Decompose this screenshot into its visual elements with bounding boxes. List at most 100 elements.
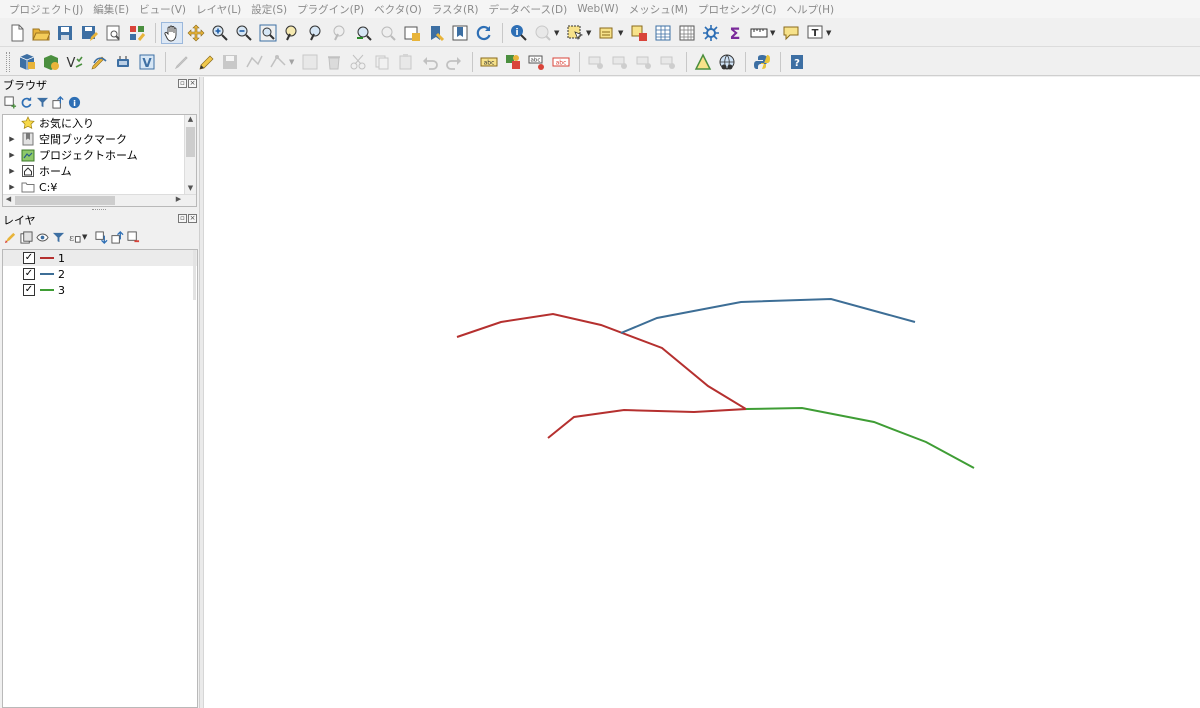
layer-diagram-icon[interactable] <box>502 51 524 73</box>
new-project-icon[interactable] <box>6 22 28 44</box>
georeferencer-triangle-icon[interactable] <box>692 51 714 73</box>
toggle-editing-pencil-icon[interactable] <box>195 51 217 73</box>
pan-hand-icon[interactable] <box>161 21 183 44</box>
filter-icon[interactable] <box>36 96 49 109</box>
save-as-icon[interactable] <box>78 22 100 44</box>
move-label-icon[interactable] <box>585 51 607 73</box>
add-vector-layer-icon[interactable]: V <box>64 51 86 73</box>
tree-item-project-home[interactable]: ▶ プロジェクトホーム <box>3 147 196 163</box>
online-services-globe-icon[interactable] <box>716 51 738 73</box>
zoom-out-icon[interactable] <box>233 22 255 44</box>
tree-item-home[interactable]: ▶ ホーム <box>3 163 196 179</box>
map-tips-icon[interactable] <box>780 22 802 44</box>
chevron-down-icon[interactable]: ▼ <box>826 29 833 37</box>
close-panel-icon[interactable]: × <box>188 214 197 223</box>
tree-item-spatial-bookmarks[interactable]: ▶ 空間ブックマーク <box>3 131 196 147</box>
scroll-right-icon[interactable]: ▶ <box>173 195 184 206</box>
float-panel-icon[interactable]: ▫ <box>178 79 187 88</box>
expand-arrow-icon[interactable]: ▶ <box>7 135 17 143</box>
print-layout-icon[interactable] <box>102 22 124 44</box>
zoom-to-selection-icon[interactable] <box>281 22 303 44</box>
menu-raster[interactable]: ラスタ(R) <box>427 2 484 17</box>
expand-arrow-icon[interactable]: ▶ <box>7 183 17 191</box>
pin-labels-icon[interactable]: abc <box>526 51 548 73</box>
identify-features-icon[interactable]: i <box>508 22 530 44</box>
scrollbar-thumb[interactable] <box>15 196 115 205</box>
copy-features-icon[interactable] <box>371 51 393 73</box>
select-by-value-icon[interactable] <box>596 22 618 44</box>
digitize-icon[interactable] <box>88 51 110 73</box>
new-bookmark-icon[interactable] <box>425 22 447 44</box>
processing-toolbox-icon[interactable] <box>700 22 722 44</box>
label-toolbar-abc-icon[interactable]: abc <box>478 51 500 73</box>
attribute-table-icon[interactable] <box>652 22 674 44</box>
actions-icon[interactable] <box>532 22 554 44</box>
show-bookmarks-icon[interactable] <box>449 22 471 44</box>
delete-selected-icon[interactable] <box>323 51 345 73</box>
new-layer-icon[interactable] <box>40 51 62 73</box>
layer-visibility-checkbox[interactable]: ✓ <box>23 252 35 264</box>
text-annotation-icon[interactable]: T <box>804 22 826 44</box>
float-panel-icon[interactable]: ▫ <box>178 214 187 223</box>
statistics-sigma-icon[interactable]: Σ <box>724 22 746 44</box>
menu-project[interactable]: プロジェクト(J) <box>4 2 88 17</box>
zoom-full-icon[interactable] <box>257 22 279 44</box>
menu-settings[interactable]: 設定(S) <box>246 2 292 17</box>
chevron-down-icon[interactable]: ▼ <box>618 29 625 37</box>
menu-layer[interactable]: レイヤ(L) <box>191 2 246 17</box>
menu-vector[interactable]: ベクタ(O) <box>369 2 427 17</box>
zoom-to-layer-icon[interactable] <box>305 22 327 44</box>
add-selected-layers-icon[interactable] <box>4 95 17 109</box>
collapse-all-icon[interactable] <box>111 230 124 244</box>
new-map-view-icon[interactable] <box>401 22 423 44</box>
layer-row-2[interactable]: ✓ 2 <box>3 266 197 282</box>
tree-item-favorites[interactable]: お気に入り <box>3 115 196 131</box>
chevron-down-icon[interactable]: ▼ <box>586 29 593 37</box>
chevron-down-icon[interactable]: ▼ <box>289 58 296 66</box>
style-manager-icon[interactable] <box>126 22 148 44</box>
scroll-up-icon[interactable]: ▲ <box>185 115 196 126</box>
expand-arrow-icon[interactable]: ▶ <box>7 151 17 159</box>
zoom-in-icon[interactable] <box>209 22 231 44</box>
menu-processing[interactable]: プロセシング(C) <box>693 2 782 17</box>
current-edits-icon[interactable] <box>171 51 193 73</box>
modify-attributes-icon[interactable] <box>299 51 321 73</box>
chevron-down-icon[interactable]: ▼ <box>82 233 89 241</box>
scrollbar-thumb[interactable] <box>186 127 195 157</box>
remove-layer-icon[interactable] <box>127 230 140 244</box>
map-line-layer-1[interactable] <box>456 312 750 439</box>
menu-database[interactable]: データベース(D) <box>483 2 572 17</box>
python-console-icon[interactable] <box>751 51 773 73</box>
select-features-icon[interactable] <box>564 22 586 44</box>
menu-edit[interactable]: 編集(E) <box>88 2 134 17</box>
map-canvas[interactable] <box>203 77 1200 708</box>
cut-features-icon[interactable] <box>347 51 369 73</box>
undo-icon[interactable] <box>419 51 441 73</box>
save-edits-icon[interactable] <box>219 51 241 73</box>
show-hide-labels-icon[interactable]: abc <box>550 51 572 73</box>
change-label-icon[interactable] <box>633 51 655 73</box>
menu-view[interactable]: ビュー(V) <box>134 2 191 17</box>
chevron-down-icon[interactable]: ▼ <box>554 29 561 37</box>
open-layer-styling-icon[interactable] <box>4 231 17 244</box>
close-panel-icon[interactable]: × <box>188 79 197 88</box>
layer-row-3[interactable]: ✓ 3 <box>3 282 197 298</box>
expand-arrow-icon[interactable]: ▶ <box>7 167 17 175</box>
zoom-next-icon[interactable] <box>377 22 399 44</box>
layer-tree-scrollbar[interactable] <box>193 250 196 300</box>
pan-to-selection-icon[interactable] <box>185 22 207 44</box>
refresh-icon[interactable] <box>473 22 495 44</box>
add-layer-v-icon[interactable]: V <box>136 51 158 73</box>
manage-map-themes-eye-icon[interactable] <box>36 231 49 244</box>
map-line-layer-3[interactable] <box>745 406 975 469</box>
filter-by-expression-icon[interactable]: ε <box>68 231 81 244</box>
menu-help[interactable]: ヘルプ(H) <box>782 2 840 17</box>
vertex-tool-icon[interactable] <box>267 51 289 73</box>
help-icon[interactable]: ? <box>786 51 808 73</box>
browser-vertical-scrollbar[interactable]: ▲ ▼ <box>184 115 196 195</box>
expand-all-icon[interactable] <box>95 230 108 244</box>
redo-icon[interactable] <box>443 51 465 73</box>
deselect-all-icon[interactable] <box>628 22 650 44</box>
info-icon[interactable]: i <box>68 96 81 109</box>
map-line-layer-2[interactable] <box>620 297 916 334</box>
